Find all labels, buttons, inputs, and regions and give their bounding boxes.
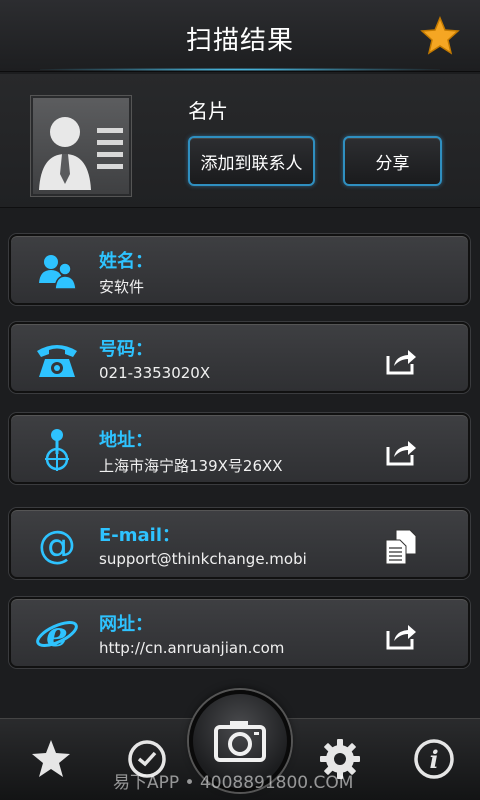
address-value: 上海市海宁路139X号26XX	[99, 457, 283, 475]
share-icon[interactable]	[384, 621, 418, 651]
title-bar: 扫描结果	[0, 0, 480, 72]
share-icon[interactable]	[384, 437, 418, 467]
address-row[interactable]: 地址： 上海市海宁路139X号26XX	[9, 413, 470, 484]
card-type-label: 名片	[188, 99, 228, 123]
internet-explorer-icon: e	[36, 615, 78, 655]
email-row[interactable]: @ E-mail： support@thinkchange.mobi	[9, 508, 470, 579]
email-label: E-mail：	[99, 525, 181, 546]
name-row: 姓名： 安软件	[9, 234, 470, 305]
business-card-icon	[39, 117, 123, 190]
svg-text:e: e	[46, 615, 68, 655]
email-value: support@thinkchange.mobi	[99, 550, 307, 568]
camera-icon	[214, 721, 266, 762]
share-icon[interactable]	[384, 346, 418, 376]
business-card-panel: 名片 添加到联系人 分享	[0, 74, 480, 208]
website-label: 网址：	[99, 614, 153, 635]
svg-text:@: @	[38, 523, 76, 567]
phone-row[interactable]: 号码： 021-3353020X	[9, 322, 470, 393]
copy-icon[interactable]	[384, 528, 418, 566]
page-title: 扫描结果	[185, 26, 294, 56]
title-glow-line	[40, 68, 440, 71]
contacts-icon	[39, 255, 77, 290]
website-value: http://cn.anruanjian.com	[99, 639, 285, 657]
business-card-thumbnail	[31, 96, 131, 196]
address-label: 地址：	[99, 430, 153, 451]
location-pin-icon	[45, 429, 69, 471]
phone-label: 号码：	[99, 339, 153, 360]
svg-text:i: i	[429, 745, 438, 774]
favorite-star-icon[interactable]	[420, 16, 460, 56]
info-icon[interactable]: i	[412, 737, 456, 781]
phone-value: 021-3353020X	[99, 364, 211, 382]
name-value: 安软件	[99, 278, 145, 296]
add-to-contacts-button[interactable]: 添加到联系人	[188, 136, 315, 186]
favorites-star-icon[interactable]	[29, 737, 73, 781]
name-label: 姓名：	[99, 251, 153, 272]
telephone-icon	[37, 345, 77, 377]
at-sign-icon: @	[38, 523, 76, 567]
share-button[interactable]: 分享	[343, 136, 442, 186]
website-row[interactable]: e 网址： http://cn.anruanjian.com	[9, 597, 470, 668]
watermark-text: 易下APP • 4008891800.COM	[113, 773, 354, 793]
